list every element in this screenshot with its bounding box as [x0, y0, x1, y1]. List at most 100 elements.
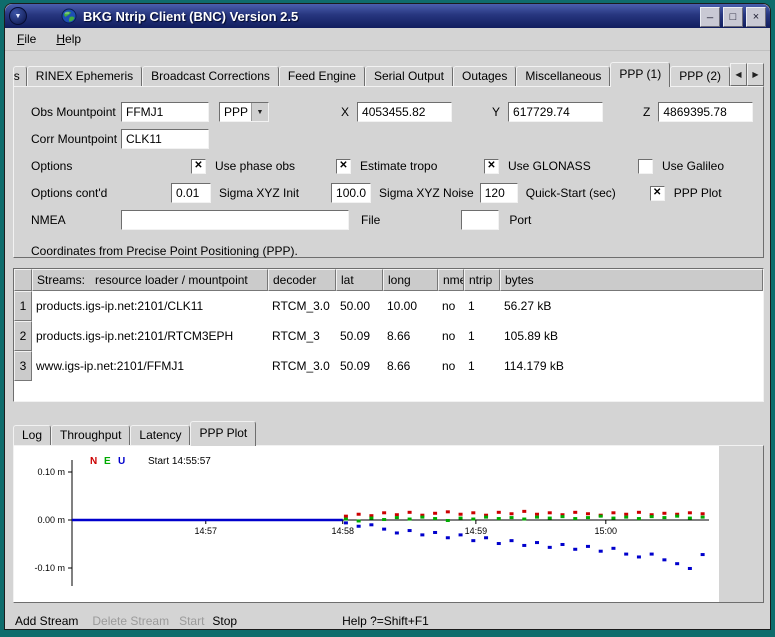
z-input[interactable] — [658, 102, 753, 122]
use-phase-obs-group: ✕ Use phase obs — [191, 159, 336, 174]
table-cell-long[interactable]: 8.66 — [383, 321, 438, 351]
port-label: Port — [509, 213, 531, 227]
table-cell-ntrip[interactable]: 1 — [464, 291, 500, 321]
table-cell-bytes[interactable]: 114.179 kB — [500, 351, 763, 381]
quick-start-input[interactable] — [480, 183, 518, 203]
col-header-nmea[interactable]: nmea — [438, 269, 464, 291]
window-menu-button[interactable]: ▼ — [9, 7, 27, 25]
table-cell-lat[interactable]: 50.00 — [336, 291, 383, 321]
tab-feed-engine[interactable]: Feed Engine — [279, 66, 365, 86]
chevron-down-icon: ▼ — [15, 13, 22, 20]
z-label: Z — [643, 105, 650, 119]
table-cell-bytes[interactable]: 105.89 kB — [500, 321, 763, 351]
titlebar[interactable]: ▼ BKG Ntrip Client (BNC) Version 2.5 _ □… — [5, 4, 770, 28]
close-button[interactable]: × — [746, 7, 766, 27]
chevron-down-icon: ▼ — [251, 103, 268, 121]
delete-stream-button[interactable]: Delete Stream — [92, 614, 169, 628]
table-cell-mountpoint[interactable]: www.igs-ip.net:2101/FFMJ1 — [32, 351, 268, 381]
tab-partial[interactable]: s — [13, 66, 27, 86]
quick-start-label: Quick-Start (sec) — [526, 186, 616, 200]
tab-ppp-1[interactable]: PPP (1) — [610, 62, 670, 87]
tab-ppp-2[interactable]: PPP (2) — [670, 66, 730, 86]
tab-latency[interactable]: Latency — [130, 425, 190, 445]
row-header[interactable]: 1 — [14, 291, 32, 321]
table-cell-decoder[interactable]: RTCM_3 — [268, 321, 336, 351]
table-cell-nmea[interactable]: no — [438, 291, 464, 321]
svg-text:0.10 m: 0.10 m — [37, 467, 65, 477]
nmea-input[interactable] — [121, 210, 349, 230]
table-cell-lat[interactable]: 50.09 — [336, 321, 383, 351]
start-button[interactable]: Start — [179, 614, 204, 628]
col-header-bytes[interactable]: bytes — [500, 269, 763, 291]
use-glonass-group: ✕ Use GLONASS — [484, 159, 638, 174]
row-header[interactable]: 3 — [14, 351, 32, 381]
col-header-lat[interactable]: lat — [336, 269, 383, 291]
table-cell-lat[interactable]: 50.09 — [336, 351, 383, 381]
table-cell-decoder[interactable]: RTCM_3.0 — [268, 291, 336, 321]
col-header-long[interactable]: long — [383, 269, 438, 291]
svg-text:0.00 m: 0.00 m — [37, 515, 65, 525]
tab-broadcast-corrections[interactable]: Broadcast Corrections — [142, 66, 279, 86]
row-header[interactable]: 2 — [14, 321, 32, 351]
table-cell-nmea[interactable]: no — [438, 351, 464, 381]
tab-ppp-plot[interactable]: PPP Plot — [190, 421, 256, 446]
use-glonass-checkbox[interactable]: ✕ — [484, 159, 499, 174]
col-header-ntrip[interactable]: ntrip — [464, 269, 500, 291]
ppp-mode-combobox[interactable]: PPP ▼ — [219, 102, 269, 122]
tab-outages[interactable]: Outages — [453, 66, 516, 86]
tab-throughput[interactable]: Throughput — [51, 425, 130, 445]
estimate-tropo-label: Estimate tropo — [360, 159, 437, 173]
sigma-xyz-noise-label: Sigma XYZ Noise — [379, 186, 474, 200]
sigma-xyz-noise-input[interactable] — [331, 183, 371, 203]
table-cell-decoder[interactable]: RTCM_3.0 — [268, 351, 336, 381]
ppp-chart-svg: 0.10 m0.00 m-0.10 m14:5714:5814:5915:00N… — [14, 446, 714, 598]
corr-mountpoint-input[interactable] — [121, 129, 209, 149]
maximize-button[interactable]: □ — [723, 7, 743, 27]
col-header-mountpoint[interactable]: Streams: resource loader / mountpoint — [32, 269, 268, 291]
table-cell-nmea[interactable]: no — [438, 321, 464, 351]
table-cell-ntrip[interactable]: 1 — [464, 351, 500, 381]
estimate-tropo-group: ✕ Estimate tropo — [336, 159, 484, 174]
svg-text:U: U — [118, 456, 125, 467]
table-cell-long[interactable]: 8.66 — [383, 351, 438, 381]
app-window: ▼ BKG Ntrip Client (BNC) Version 2.5 _ □… — [4, 3, 771, 630]
corr-mountpoint-label: Corr Mountpoint — [31, 132, 121, 146]
table-cell-ntrip[interactable]: 1 — [464, 321, 500, 351]
tab-scroll-left-button[interactable]: ◀ — [730, 63, 747, 86]
tab-serial-output[interactable]: Serial Output — [365, 66, 453, 86]
table-cell-long[interactable]: 10.00 — [383, 291, 438, 321]
menubar: File Help — [5, 28, 770, 51]
table-cell-bytes[interactable]: 56.27 kB — [500, 291, 763, 321]
tab-log[interactable]: Log — [13, 425, 51, 445]
minimize-button[interactable]: _ — [700, 7, 720, 27]
obs-mountpoint-label: Obs Mountpoint — [31, 105, 121, 119]
bottom-tabbar: Log Throughput Latency PPP Plot — [13, 422, 764, 445]
chevron-left-icon: ◀ — [735, 70, 741, 79]
use-phase-obs-checkbox[interactable]: ✕ — [191, 159, 206, 174]
tab-rinex-ephemeris[interactable]: RINEX Ephemeris — [27, 66, 142, 86]
window-controls: _ □ × — [700, 7, 766, 27]
stop-button[interactable]: Stop — [212, 614, 237, 628]
help-hint: Help ?=Shift+F1 — [342, 614, 429, 628]
top-tabbar: s RINEX Ephemeris Broadcast Corrections … — [13, 63, 764, 86]
file-input[interactable] — [461, 210, 499, 230]
svg-text:15:00: 15:00 — [595, 526, 618, 536]
estimate-tropo-checkbox[interactable]: ✕ — [336, 159, 351, 174]
streams-table: Streams: resource loader / mountpoint de… — [13, 268, 764, 402]
tab-miscellaneous[interactable]: Miscellaneous — [516, 66, 610, 86]
table-cell-mountpoint[interactable]: products.igs-ip.net:2101/RTCM3EPH — [32, 321, 268, 351]
minimize-icon: _ — [707, 8, 713, 19]
obs-mountpoint-input[interactable] — [121, 102, 209, 122]
menu-help[interactable]: Help — [48, 30, 89, 48]
ppp-plot-label: PPP Plot — [674, 186, 722, 200]
use-galileo-checkbox[interactable] — [638, 159, 653, 174]
menu-file[interactable]: File — [9, 30, 44, 48]
sigma-xyz-init-input[interactable] — [171, 183, 211, 203]
col-header-decoder[interactable]: decoder — [268, 269, 336, 291]
y-input[interactable] — [508, 102, 603, 122]
tab-scroll-right-button[interactable]: ▶ — [747, 63, 764, 86]
ppp-plot-checkbox[interactable]: ✕ — [650, 186, 665, 201]
table-cell-mountpoint[interactable]: products.igs-ip.net:2101/CLK11 — [32, 291, 268, 321]
add-stream-button[interactable]: Add Stream — [15, 614, 78, 628]
x-input[interactable] — [357, 102, 452, 122]
